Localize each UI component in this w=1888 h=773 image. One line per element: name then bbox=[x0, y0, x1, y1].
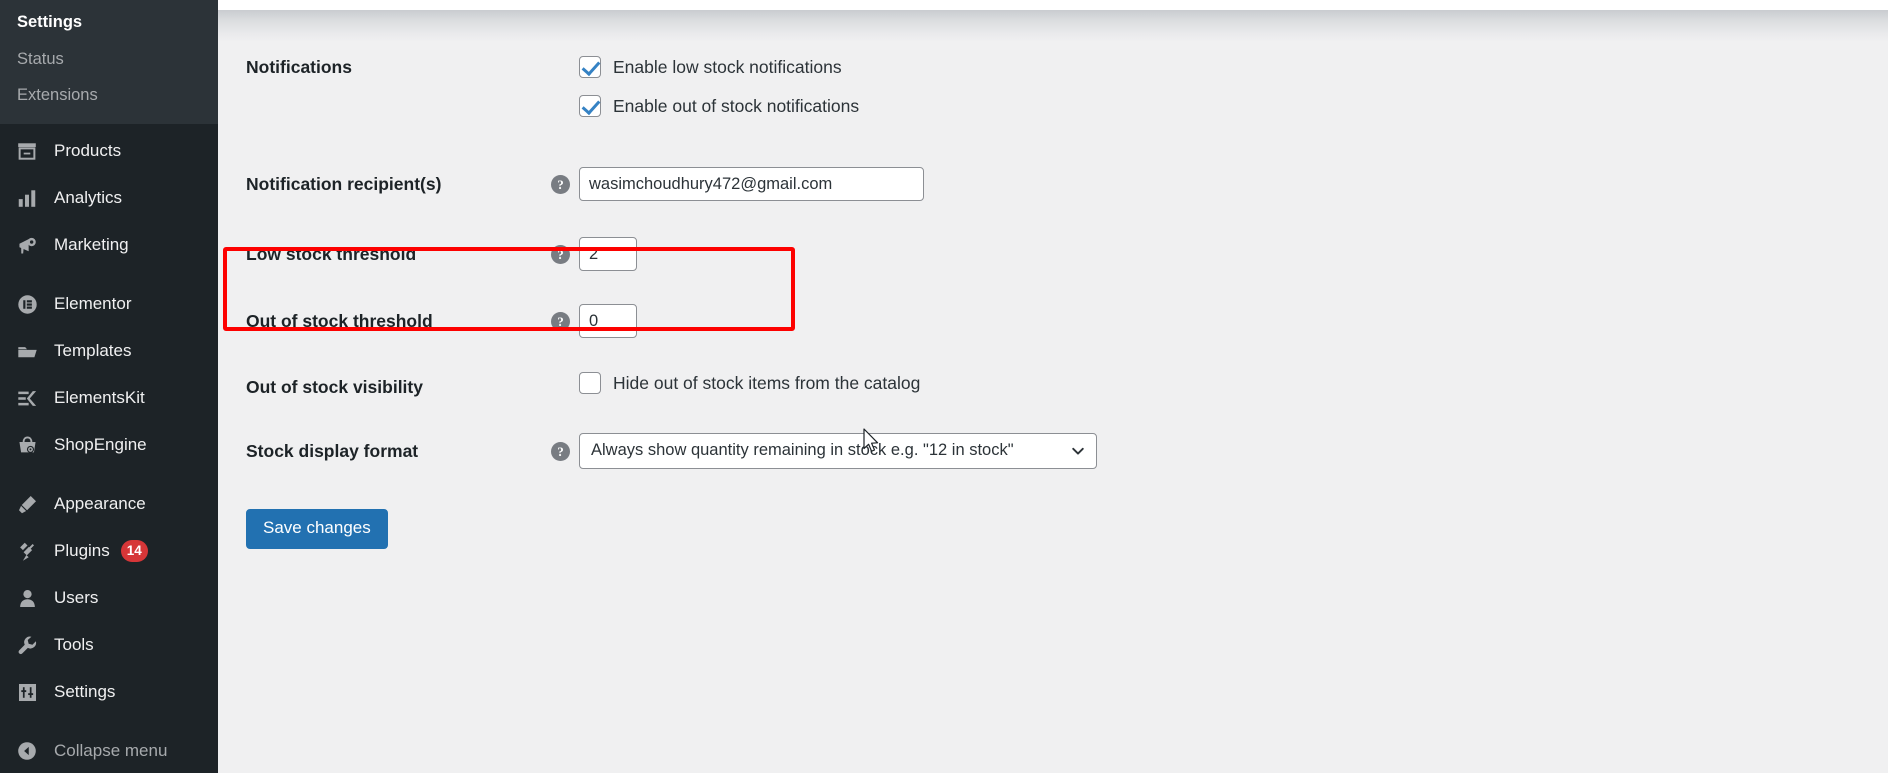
menu-divider-3 bbox=[0, 716, 218, 728]
hide-out-of-stock-checkbox[interactable] bbox=[579, 372, 601, 394]
sidebar-item-templates-label: Templates bbox=[54, 341, 132, 360]
users-icon bbox=[10, 586, 44, 610]
low-stock-threshold-help[interactable]: ? bbox=[543, 237, 579, 264]
notification-recipients-label: Notification recipient(s) bbox=[246, 174, 442, 194]
products-icon bbox=[10, 139, 44, 163]
sidebar-item-shopengine-label: ShopEngine bbox=[54, 435, 147, 454]
collapse-arrow-icon bbox=[10, 739, 44, 763]
shopengine-icon bbox=[10, 433, 44, 457]
sidebar-item-tools[interactable]: Tools bbox=[0, 622, 218, 669]
marketing-icon bbox=[10, 233, 44, 257]
admin-bar-strip bbox=[218, 0, 1888, 10]
content-top-shadow bbox=[218, 10, 1888, 42]
collapse-menu-button[interactable]: Collapse menu bbox=[0, 728, 218, 773]
sidebar-item-settings-label: Settings bbox=[54, 682, 116, 701]
sidebar-item-elementor-label: Elementor bbox=[54, 294, 132, 313]
out-of-stock-threshold-label: Out of stock threshold bbox=[246, 311, 433, 331]
hide-out-of-stock-option[interactable]: Hide out of stock items from the catalog bbox=[579, 372, 1888, 394]
low-stock-notification-option[interactable]: Enable low stock notifications bbox=[579, 56, 1888, 78]
notification-recipients-field bbox=[579, 167, 1888, 201]
stock-display-format-label: Stock display format bbox=[246, 440, 419, 461]
help-icon[interactable]: ? bbox=[551, 245, 570, 264]
sidebar-item-tools-label: Tools bbox=[54, 635, 94, 654]
sidebar-subitem-settings[interactable]: Settings bbox=[0, 4, 218, 41]
sidebar-item-marketing-label: Marketing bbox=[54, 235, 129, 254]
out-of-stock-visibility-field: Hide out of stock items from the catalog bbox=[579, 372, 1888, 394]
row-out-of-stock-threshold: Out of stock threshold ? bbox=[218, 304, 1888, 338]
admin-main-menu: Products Analytics Marketing Elementor T… bbox=[0, 124, 218, 773]
stock-display-format-value: Always show quantity remaining in stock … bbox=[591, 441, 1014, 460]
sidebar-item-elementor[interactable]: Elementor bbox=[0, 281, 218, 328]
low-stock-threshold-field bbox=[579, 237, 1888, 271]
templates-icon bbox=[10, 339, 44, 363]
row-notifications: Notifications Enable low stock notificat… bbox=[218, 56, 1888, 134]
form-actions: Save changes bbox=[218, 508, 1888, 550]
admin-sidebar: Settings Status Extensions Products Anal… bbox=[0, 0, 218, 773]
menu-divider-2 bbox=[0, 469, 218, 481]
help-icon[interactable]: ? bbox=[551, 312, 570, 331]
plugins-icon bbox=[10, 539, 44, 563]
notification-recipients-input[interactable] bbox=[579, 167, 924, 201]
sidebar-item-templates[interactable]: Templates bbox=[0, 328, 218, 375]
out-of-stock-threshold-help[interactable]: ? bbox=[543, 304, 579, 331]
hide-out-of-stock-label: Hide out of stock items from the catalog bbox=[613, 372, 921, 393]
sidebar-item-analytics[interactable]: Analytics bbox=[0, 175, 218, 222]
inventory-settings-form: Notifications Enable low stock notificat… bbox=[218, 42, 1888, 773]
help-icon[interactable]: ? bbox=[551, 441, 570, 461]
low-stock-threshold-label: Low stock threshold bbox=[246, 244, 417, 264]
notifications-label: Notifications bbox=[246, 57, 352, 77]
sidebar-item-marketing[interactable]: Marketing bbox=[0, 222, 218, 269]
sidebar-item-appearance[interactable]: Appearance bbox=[0, 481, 218, 528]
sidebar-item-users[interactable]: Users bbox=[0, 575, 218, 622]
sidebar-subitem-extensions-label: Extensions bbox=[17, 86, 98, 104]
sidebar-item-plugins[interactable]: Plugins 14 bbox=[0, 528, 218, 575]
chevron-down-icon bbox=[1071, 444, 1085, 458]
sidebar-item-elementskit-label: ElementsKit bbox=[54, 388, 145, 407]
sidebar-subitem-status[interactable]: Status bbox=[0, 41, 218, 78]
sidebar-subitem-status-label: Status bbox=[17, 49, 64, 68]
screen-root: Settings Status Extensions Products Anal… bbox=[0, 0, 1888, 773]
sidebar-item-products[interactable]: Products bbox=[0, 128, 218, 175]
stock-display-format-select[interactable]: Always show quantity remaining in stock … bbox=[579, 432, 1097, 469]
settings-icon bbox=[10, 680, 44, 704]
out-of-stock-visibility-label: Out of stock visibility bbox=[246, 377, 423, 397]
row-notification-recipients: Notification recipient(s) ? bbox=[218, 167, 1888, 201]
low-stock-notification-checkbox[interactable] bbox=[579, 56, 601, 78]
elementskit-icon bbox=[10, 386, 44, 410]
out-of-stock-notification-checkbox[interactable] bbox=[579, 95, 601, 117]
help-icon[interactable]: ? bbox=[551, 175, 570, 194]
tools-icon bbox=[10, 633, 44, 657]
stock-display-format-field: Always show quantity remaining in stock … bbox=[579, 432, 1888, 469]
out-of-stock-notification-option[interactable]: Enable out of stock notifications bbox=[579, 95, 1888, 117]
notification-recipients-help[interactable]: ? bbox=[543, 167, 579, 194]
row-out-of-stock-visibility: Out of stock visibility Hide out of stoc… bbox=[218, 372, 1888, 399]
sidebar-item-appearance-label: Appearance bbox=[54, 494, 146, 513]
menu-divider-1 bbox=[0, 269, 218, 281]
settings-submenu: Settings Status Extensions bbox=[0, 0, 218, 124]
row-low-stock-threshold: Low stock threshold ? bbox=[218, 237, 1888, 271]
row-stock-display-format: Stock display format ? Always show quant… bbox=[218, 432, 1888, 469]
sidebar-item-products-label: Products bbox=[54, 141, 122, 160]
sidebar-item-elementskit[interactable]: ElementsKit bbox=[0, 375, 218, 422]
sidebar-item-shopengine[interactable]: ShopEngine bbox=[0, 422, 218, 469]
sidebar-item-settings[interactable]: Settings bbox=[0, 669, 218, 716]
sidebar-item-plugins-label: Plugins bbox=[54, 541, 110, 560]
appearance-icon bbox=[10, 492, 44, 516]
out-of-stock-threshold-input[interactable] bbox=[579, 304, 637, 338]
collapse-menu-label: Collapse menu bbox=[54, 741, 168, 760]
elementor-icon bbox=[10, 292, 44, 316]
sidebar-subitem-settings-label: Settings bbox=[17, 13, 83, 31]
save-changes-button[interactable]: Save changes bbox=[246, 508, 388, 550]
out-of-stock-notification-label: Enable out of stock notifications bbox=[613, 95, 860, 116]
sidebar-item-analytics-label: Analytics bbox=[54, 188, 123, 207]
notifications-field: Enable low stock notifications Enable ou… bbox=[579, 56, 1888, 134]
plugins-update-count-badge: 14 bbox=[120, 540, 148, 562]
analytics-icon bbox=[10, 186, 44, 210]
low-stock-threshold-input[interactable] bbox=[579, 237, 637, 271]
out-of-stock-threshold-field bbox=[579, 304, 1888, 338]
sidebar-item-users-label: Users bbox=[54, 588, 99, 607]
stock-display-format-help[interactable]: ? bbox=[543, 433, 579, 461]
low-stock-notification-label: Enable low stock notifications bbox=[613, 56, 842, 77]
sidebar-subitem-extensions[interactable]: Extensions bbox=[0, 77, 218, 114]
